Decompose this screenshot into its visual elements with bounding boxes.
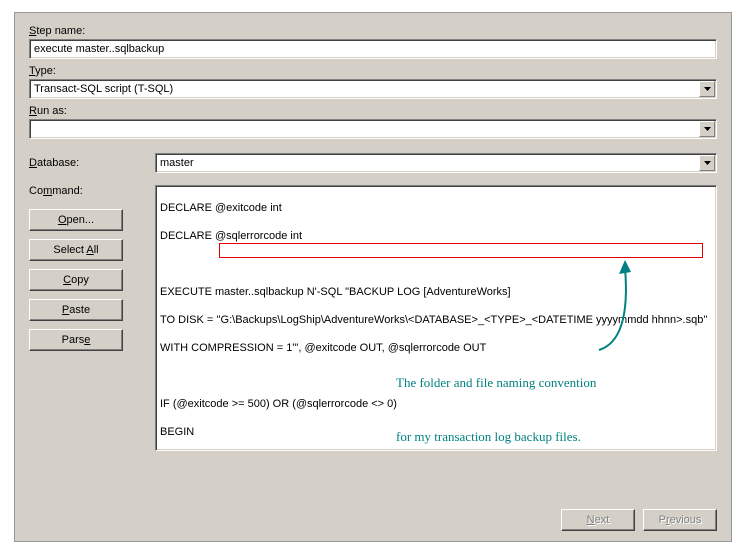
step-name-label: Step name:	[29, 25, 717, 37]
step-name-row: Step name:	[29, 25, 717, 59]
type-row: Type:	[29, 65, 717, 99]
code-line: BEGIN	[160, 425, 712, 439]
next-button: Next	[561, 509, 635, 531]
open-button[interactable]: Open...	[29, 209, 123, 231]
type-select[interactable]	[29, 79, 717, 99]
database-label: Database:	[29, 157, 155, 169]
run-as-row: Run as:	[29, 105, 717, 139]
copy-button[interactable]: Copy	[29, 269, 123, 291]
database-select[interactable]	[155, 153, 717, 173]
paste-button[interactable]: Paste	[29, 299, 123, 321]
previous-button: Previous	[643, 509, 717, 531]
code-line: WITH COMPRESSION = 1"', @exitcode OUT, @…	[160, 341, 712, 355]
type-label: Type:	[29, 65, 717, 77]
code-line: EXECUTE master..sqlbackup N'-SQL "BACKUP…	[160, 285, 712, 299]
step-name-input[interactable]	[29, 39, 717, 59]
code-line: DECLARE @sqlerrorcode int	[160, 229, 712, 243]
database-row: Database:	[29, 153, 717, 173]
run-as-select[interactable]	[29, 119, 717, 139]
select-all-button[interactable]: Select All	[29, 239, 123, 261]
dropdown-icon[interactable]	[699, 155, 715, 171]
job-step-panel: Step name: Type: Run as: Database:	[14, 12, 732, 542]
run-as-label: Run as:	[29, 105, 717, 117]
highlight-box	[219, 243, 703, 258]
code-line: TO DISK = ''G:\Backups\LogShip\Adventure…	[160, 313, 712, 327]
command-section: Command: Open... Select All Copy Paste P…	[29, 185, 717, 451]
command-label: Command:	[29, 185, 139, 197]
dropdown-icon[interactable]	[699, 121, 715, 137]
code-line: IF (@exitcode >= 500) OR (@sqlerrorcode …	[160, 397, 712, 411]
parse-button[interactable]: Parse	[29, 329, 123, 351]
code-line	[160, 257, 712, 271]
dropdown-icon[interactable]	[699, 81, 715, 97]
footer-buttons: Next Previous	[561, 509, 717, 531]
code-line	[160, 369, 712, 383]
command-textarea[interactable]: DECLARE @exitcode int DECLARE @sqlerrorc…	[155, 185, 717, 451]
code-line: DECLARE @exitcode int	[160, 201, 712, 215]
